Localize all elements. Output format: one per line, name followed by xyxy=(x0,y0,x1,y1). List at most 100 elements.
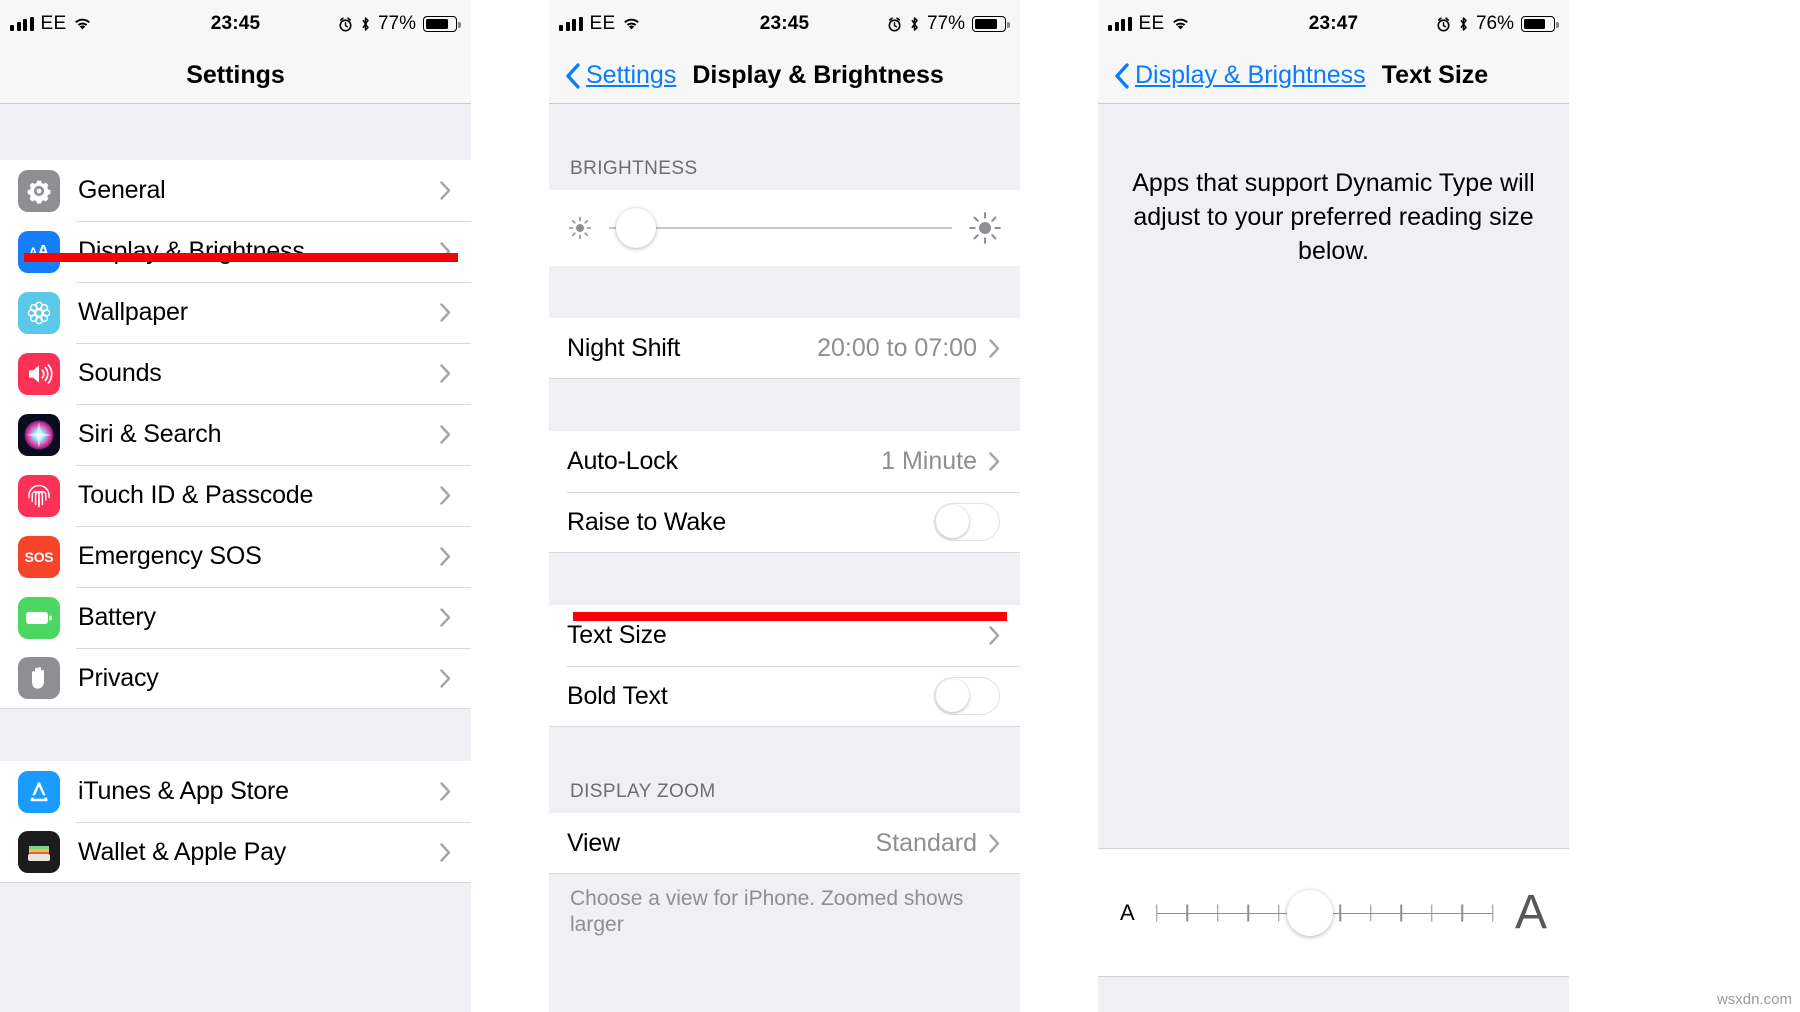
fingerprint-icon xyxy=(18,474,60,517)
chevron-left-icon xyxy=(566,62,580,89)
chevron-right-icon xyxy=(440,181,451,200)
chevron-right-icon xyxy=(440,486,451,505)
panel-spacer-1 xyxy=(471,0,549,1012)
alarm-icon xyxy=(1437,16,1450,31)
chevron-right-icon xyxy=(440,547,451,566)
panel-display-brightness: EE 23:45 77% Settings Display & Brightne… xyxy=(549,0,1020,1012)
chevron-right-icon xyxy=(989,833,1000,853)
sidebar-item-sounds[interactable]: Sounds xyxy=(0,343,471,404)
alarm-icon xyxy=(339,16,352,31)
sidebar-item-label: Battery xyxy=(78,603,156,631)
watermark-label: wsxdn.com xyxy=(1716,991,1792,1008)
sidebar-item-wallet-apple-pay[interactable]: Wallet & Apple Pay xyxy=(0,822,471,883)
battery-icon xyxy=(18,596,60,639)
chevron-right-icon xyxy=(440,608,451,627)
sidebar-item-touch-id-passcode[interactable]: Touch ID & Passcode xyxy=(0,465,471,526)
sidebar-item-label: Touch ID & Passcode xyxy=(78,481,314,509)
group-gap-b xyxy=(549,379,1020,431)
sidebar-item-privacy[interactable]: Privacy xyxy=(0,648,471,709)
chevron-right-icon xyxy=(440,303,451,322)
speaker-icon xyxy=(18,352,60,395)
sidebar-item-label: Wallet & Apple Pay xyxy=(78,837,287,866)
right-edge-filler xyxy=(1569,0,1800,1012)
bold-text-toggle[interactable] xyxy=(934,677,1000,715)
sidebar-item-label: General xyxy=(78,176,166,204)
settings-group-1: General AA Display & Brightness Wallpape… xyxy=(0,160,471,709)
dynamic-type-description: Apps that support Dynamic Type will adju… xyxy=(1132,169,1535,265)
row-auto-lock[interactable]: Auto-Lock 1 Minute xyxy=(549,431,1020,492)
row-view[interactable]: View Standard xyxy=(549,813,1020,874)
status-bar-3: EE 23:47 76% xyxy=(1098,0,1569,48)
chevron-right-icon xyxy=(440,425,451,444)
text-size-bottom-bar xyxy=(1098,976,1569,1012)
back-button-label: Settings xyxy=(586,61,677,89)
status-right-2: 77% xyxy=(887,13,1010,35)
sidebar-item-label: Wallpaper xyxy=(78,298,188,326)
row-label: Night Shift xyxy=(567,333,681,362)
battery-percent-1: 77% xyxy=(377,13,416,34)
panel-settings: EE 23:45 77% Settings General AA Display… xyxy=(0,0,471,1012)
alarm-icon xyxy=(888,16,901,31)
text-size-track[interactable] xyxy=(1155,889,1494,936)
page-title: Text Size xyxy=(1381,61,1489,89)
row-label: Bold Text xyxy=(567,681,668,710)
sidebar-item-battery[interactable]: Battery xyxy=(0,587,471,648)
section-header-brightness: BRIGHTNESS xyxy=(549,104,1020,190)
status-right-1: 77% xyxy=(338,13,461,35)
status-bar-1: EE 23:45 77% xyxy=(0,0,471,48)
sidebar-item-display-brightness[interactable]: AA Display & Brightness xyxy=(0,221,471,282)
row-label: Auto-Lock xyxy=(567,447,678,475)
chevron-left-icon xyxy=(1115,62,1129,89)
row-value: 1 Minute xyxy=(881,447,977,475)
battery-icon xyxy=(423,16,461,32)
chevron-right-icon xyxy=(989,626,1000,645)
sidebar-item-itunes-app-store[interactable]: iTunes & App Store xyxy=(0,761,471,822)
chevron-right-icon xyxy=(440,668,451,688)
row-raise-to-wake[interactable]: Raise to Wake xyxy=(549,492,1020,553)
highlight-underline-text-size xyxy=(573,612,1007,621)
brightness-slider-row[interactable] xyxy=(549,190,1020,266)
app-store-icon xyxy=(18,770,60,813)
lock-wake-group: Auto-Lock 1 Minute Raise to Wake xyxy=(549,431,1020,553)
bluetooth-icon xyxy=(1460,17,1467,31)
page-title: Settings xyxy=(186,61,285,89)
bluetooth-icon xyxy=(911,17,918,31)
chevron-right-icon xyxy=(440,782,451,801)
group-gap-c xyxy=(549,553,1020,605)
text-size-body: Apps that support Dynamic Type will adju… xyxy=(1098,104,1569,1012)
display-brightness-scroll[interactable]: BRIGHTNESS Night Shift 20:00 to 07:00 Au… xyxy=(549,104,1020,1012)
row-night-shift[interactable]: Night Shift 20:00 to 07:00 xyxy=(549,318,1020,379)
row-value: 20:00 to 07:00 xyxy=(817,333,977,362)
sidebar-item-general[interactable]: General xyxy=(0,160,471,221)
wallet-icon xyxy=(18,831,60,873)
settings-list-scroll[interactable]: General AA Display & Brightness Wallpape… xyxy=(0,104,471,1012)
row-label: Text Size xyxy=(567,621,667,649)
nav-bar-1: Settings xyxy=(0,48,471,104)
brightness-knob[interactable] xyxy=(616,208,657,248)
list-top-gap xyxy=(0,104,471,160)
large-a-label: A xyxy=(1514,885,1547,939)
back-button-settings[interactable]: Settings xyxy=(565,61,676,90)
text-size-spacer xyxy=(1098,268,1569,848)
nav-bar-3: Display & Brightness Text Size xyxy=(1098,48,1569,104)
sidebar-item-emergency-sos[interactable]: SOS Emergency SOS xyxy=(0,526,471,587)
siri-orb-icon xyxy=(18,413,60,456)
brightness-track[interactable] xyxy=(609,208,952,248)
row-bold-text[interactable]: Bold Text xyxy=(549,666,1020,727)
panel-spacer-2 xyxy=(1020,0,1098,1012)
raise-to-wake-toggle[interactable] xyxy=(934,503,1000,541)
text-size-knob[interactable] xyxy=(1286,889,1333,936)
three-phone-screenshots: EE 23:45 77% Settings General AA Display… xyxy=(0,0,1800,1012)
sidebar-item-label: iTunes & App Store xyxy=(78,777,289,805)
nav-bar-2: Settings Display & Brightness xyxy=(549,48,1020,104)
back-button-display-brightness[interactable]: Display & Brightness xyxy=(1114,61,1366,90)
text-size-slider-row[interactable]: A A xyxy=(1098,848,1569,976)
sidebar-item-label: Emergency SOS xyxy=(78,542,262,570)
chevron-right-icon xyxy=(989,338,1000,358)
sidebar-item-wallpaper[interactable]: Wallpaper xyxy=(0,282,471,343)
row-label: Raise to Wake xyxy=(567,507,727,536)
bluetooth-icon xyxy=(362,17,369,31)
panel-text-size: EE 23:47 76% Display & Brightness Text S… xyxy=(1098,0,1569,1012)
sidebar-item-siri-search[interactable]: Siri & Search xyxy=(0,404,471,465)
battery-icon xyxy=(972,16,1010,32)
